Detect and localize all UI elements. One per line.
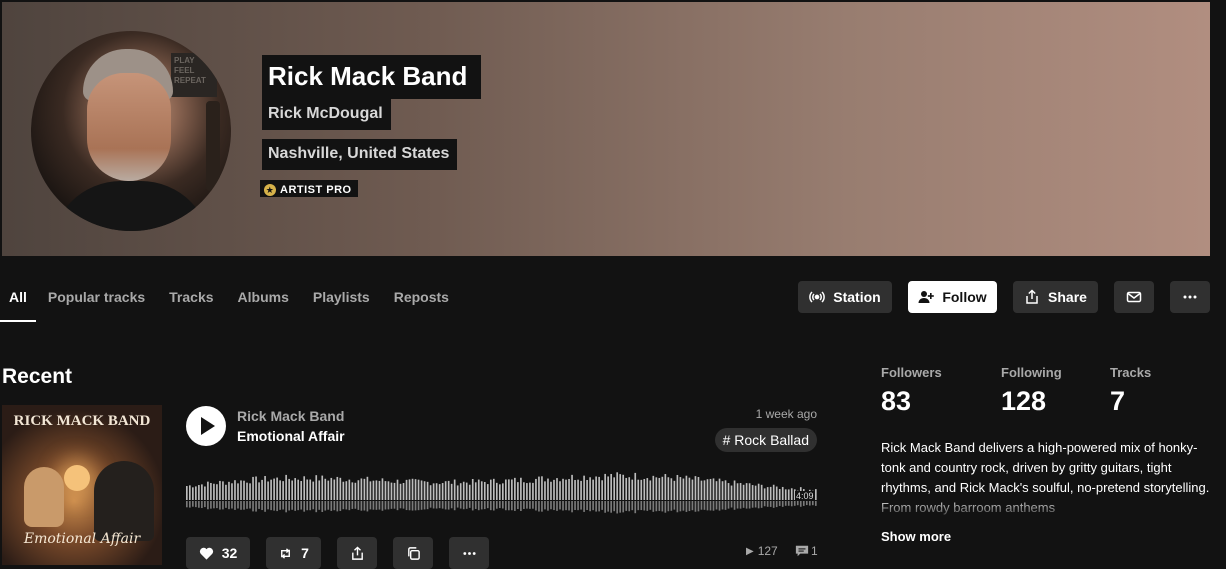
tab-albums[interactable]: Albums [226, 282, 301, 322]
artwork-footer: Emotional Affair [23, 531, 141, 547]
copy-link-button[interactable] [393, 537, 433, 569]
following-stat[interactable]: Following 128 [1001, 365, 1062, 417]
plays-icon: ▶ [746, 545, 754, 557]
comment-icon [795, 545, 809, 557]
play-count: ▶ 127 [746, 544, 778, 558]
tab-popular-tracks[interactable]: Popular tracks [36, 282, 157, 322]
followers-label: Followers [881, 365, 942, 380]
more-button[interactable] [1170, 281, 1210, 313]
track-posted-time: 1 week ago [755, 407, 817, 421]
more-icon [462, 551, 476, 555]
star-icon: ★ [264, 183, 276, 196]
tracks-count: 7 [1110, 386, 1126, 416]
share-button[interactable]: Share [1013, 281, 1098, 313]
tab-tracks[interactable]: Tracks [157, 282, 225, 322]
following-count: 128 [1001, 386, 1047, 416]
repost-icon [281, 547, 291, 559]
message-button[interactable] [1114, 281, 1154, 313]
track-artist[interactable]: Rick Mack Band [237, 408, 344, 424]
repost-button[interactable]: 7 [266, 537, 321, 569]
following-label: Following [1001, 365, 1062, 380]
genre-tag[interactable]: # Rock Ballad [714, 428, 817, 452]
badge-label: ARTIST PRO [280, 183, 352, 196]
play-icon [201, 417, 215, 435]
tab-reposts[interactable]: Reposts [382, 282, 461, 322]
mail-icon [1126, 291, 1142, 303]
artist-pro-badge: ★ ARTIST PRO [260, 180, 358, 197]
share-icon [351, 545, 363, 560]
repost-count: 7 [301, 545, 309, 561]
station-label: Station [833, 289, 881, 305]
tracks-stat[interactable]: Tracks 7 [1110, 365, 1151, 417]
tracks-label: Tracks [1110, 365, 1152, 380]
track-artwork[interactable]: RICK MACK BAND Emotional Affair [2, 405, 162, 565]
play-count-value: 127 [757, 544, 778, 558]
recent-heading: Recent [2, 365, 73, 388]
track-title[interactable]: Emotional Affair [237, 428, 345, 444]
artist-avatar[interactable]: PLAY FEEL REPEAT [31, 31, 231, 231]
artist-real-name: Rick McDougal [262, 99, 391, 130]
like-count: 32 [221, 545, 238, 561]
avatar-sign: PLAY FEEL REPEAT [171, 53, 217, 97]
track-duration: 4:09 [795, 491, 815, 501]
comment-count[interactable]: 1 [795, 544, 818, 558]
play-button[interactable] [186, 406, 226, 446]
copy-icon [407, 546, 420, 560]
follow-button[interactable]: Follow [908, 281, 997, 313]
tab-all[interactable]: All [0, 282, 36, 322]
profile-banner: PLAY FEEL REPEAT [2, 2, 1210, 256]
show-more-link[interactable]: Show more [881, 529, 951, 544]
artist-name: Rick Mack Band [262, 55, 482, 99]
artist-location: Nashville, United States [262, 139, 458, 170]
share-icon [1026, 289, 1038, 304]
tab-playlists[interactable]: Playlists [301, 282, 382, 322]
more-icon [1183, 295, 1197, 299]
share-track-button[interactable] [337, 537, 377, 569]
follow-label: Follow [942, 289, 987, 305]
comment-count-value: 1 [811, 544, 818, 558]
add-user-icon [918, 291, 935, 303]
share-label: Share [1048, 289, 1087, 305]
station-button[interactable]: Station [798, 281, 892, 313]
heart-icon [199, 547, 213, 560]
like-button[interactable]: 32 [186, 537, 250, 569]
followers-count: 83 [881, 386, 912, 416]
profile-tabs: All Popular tracks Tracks Albums Playlis… [0, 282, 461, 322]
artwork-title: RICK MACK BAND [13, 413, 151, 429]
waveform[interactable] [186, 464, 818, 520]
station-icon [809, 291, 826, 303]
followers-stat[interactable]: Followers 83 [881, 365, 942, 417]
track-more-button[interactable] [449, 537, 489, 569]
